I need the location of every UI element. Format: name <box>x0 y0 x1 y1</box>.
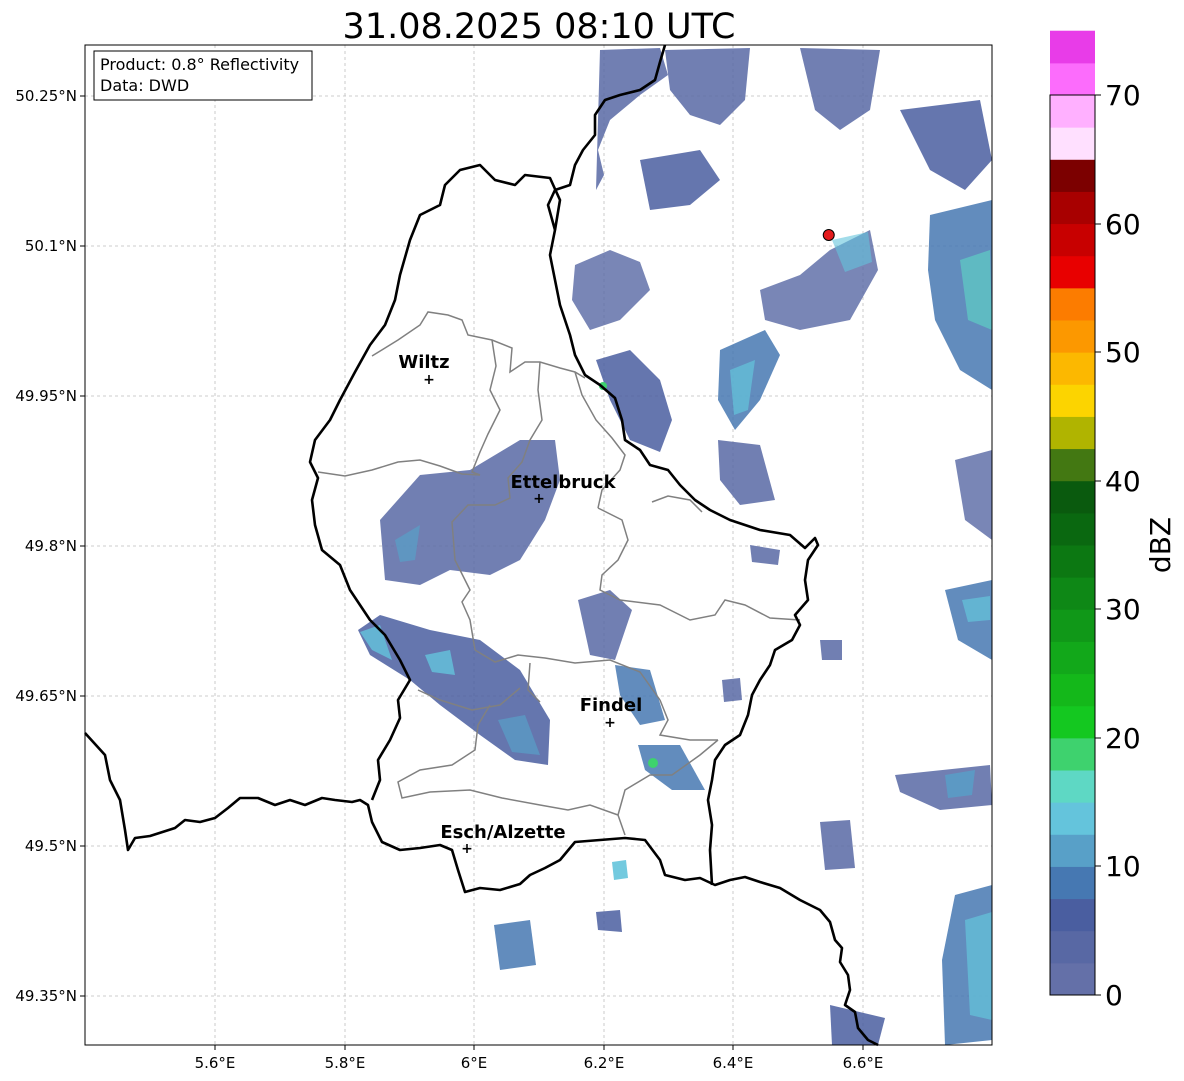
city-label: Esch/Alzette <box>440 822 565 843</box>
y-tick-label: 49.95°N <box>15 387 77 405</box>
y-axis-ticks: 50.25°N 50.1°N 49.95°N 49.8°N 49.65°N 49… <box>15 87 85 1005</box>
city-label: Wiltz <box>398 352 449 373</box>
colorbar-tick-label: 0 <box>1105 979 1123 1012</box>
colorbar-ticks: 0 10 20 30 40 50 60 70 <box>1095 79 1141 1012</box>
colorbar-tick-label: 20 <box>1105 722 1141 755</box>
product-info-box: Product: 0.8° Reflectivity Data: DWD <box>93 50 313 101</box>
colorbar-bin <box>1050 95 1095 128</box>
x-tick-label: 6.2°E <box>584 1054 625 1072</box>
colorbar-bin <box>1050 802 1095 835</box>
colorbar-tick-label: 40 <box>1105 465 1141 498</box>
colorbar-bin <box>1050 448 1095 482</box>
info-product: Product: 0.8° Reflectivity <box>100 55 299 74</box>
colorbar-bin <box>1050 30 1095 64</box>
colorbar-bin <box>1050 159 1095 192</box>
y-tick-label: 50.25°N <box>15 87 77 105</box>
colorbar-tick-label: 60 <box>1105 208 1141 241</box>
x-tick-label: 6.4°E <box>713 1054 754 1072</box>
colorbar-bin <box>1050 384 1095 417</box>
info-data-source: Data: DWD <box>100 76 189 95</box>
colorbar-bin <box>1050 705 1095 739</box>
radar-map-figure: 31.08.2025 08:10 UTC + Wiltz + Ettelbruc… <box>15 7 1177 1072</box>
map-panel: + Wiltz + Ettelbruck + Findel + Esch/Alz… <box>84 44 993 1047</box>
colorbar-bin <box>1050 255 1095 289</box>
colorbar-bin <box>1050 834 1095 867</box>
colorbar-bin <box>1050 352 1095 385</box>
x-tick-label: 6.6°E <box>843 1054 884 1072</box>
colorbar-bin <box>1050 930 1095 964</box>
colorbar-bin <box>1050 416 1095 450</box>
colorbar-bin <box>1050 62 1095 96</box>
city-marker-cross: + <box>604 715 616 731</box>
colorbar-bins <box>1050 30 1095 996</box>
colorbar-tick-label: 50 <box>1105 336 1141 369</box>
colorbar-tick-label: 30 <box>1105 593 1141 626</box>
x-tick-label: 5.6°E <box>195 1054 236 1072</box>
colorbar-bin <box>1050 191 1095 225</box>
y-tick-label: 49.5°N <box>25 837 77 855</box>
radar-site <box>822 229 835 241</box>
y-tick-label: 50.1°N <box>25 237 77 255</box>
map-title: 31.08.2025 08:10 UTC <box>343 7 736 47</box>
colorbar-label: dBZ <box>1144 517 1177 573</box>
city-marker-cross: + <box>533 491 545 507</box>
city-label: Ettelbruck <box>510 472 616 493</box>
radar-site-marker <box>822 229 835 241</box>
colorbar-bin <box>1050 770 1095 803</box>
x-axis-ticks: 5.6°E 5.8°E 6°E 6.2°E 6.4°E 6.6°E <box>195 1045 884 1072</box>
colorbar-tick-label: 10 <box>1105 850 1141 883</box>
colorbar-bin <box>1050 737 1095 771</box>
colorbar-bin <box>1050 480 1095 514</box>
colorbar-bin <box>1050 673 1095 707</box>
colorbar-bin <box>1050 609 1095 642</box>
colorbar-bin <box>1050 545 1095 578</box>
colorbar-bin <box>1050 866 1095 900</box>
colorbar-tick-label: 70 <box>1105 79 1141 112</box>
colorbar-bin <box>1050 320 1095 353</box>
y-tick-label: 49.35°N <box>15 987 77 1005</box>
map-background <box>85 45 992 1045</box>
colorbar-bin <box>1050 287 1095 321</box>
x-tick-label: 5.8°E <box>325 1054 366 1072</box>
city-label: Findel <box>580 695 643 716</box>
y-tick-label: 49.65°N <box>15 687 77 705</box>
colorbar-bin <box>1050 641 1095 675</box>
colorbar-bin <box>1050 962 1095 996</box>
x-tick-label: 6°E <box>461 1054 488 1072</box>
colorbar-bin <box>1050 898 1095 932</box>
colorbar-bin <box>1050 223 1095 257</box>
colorbar-bin <box>1050 512 1095 546</box>
city-marker-cross: + <box>461 841 473 857</box>
colorbar-bin <box>1050 577 1095 610</box>
y-tick-label: 49.8°N <box>25 537 77 555</box>
colorbar-bin <box>1050 127 1095 160</box>
colorbar: 0 10 20 30 40 50 60 70 dBZ <box>1049 30 1177 1012</box>
city-marker-cross: + <box>423 372 435 388</box>
